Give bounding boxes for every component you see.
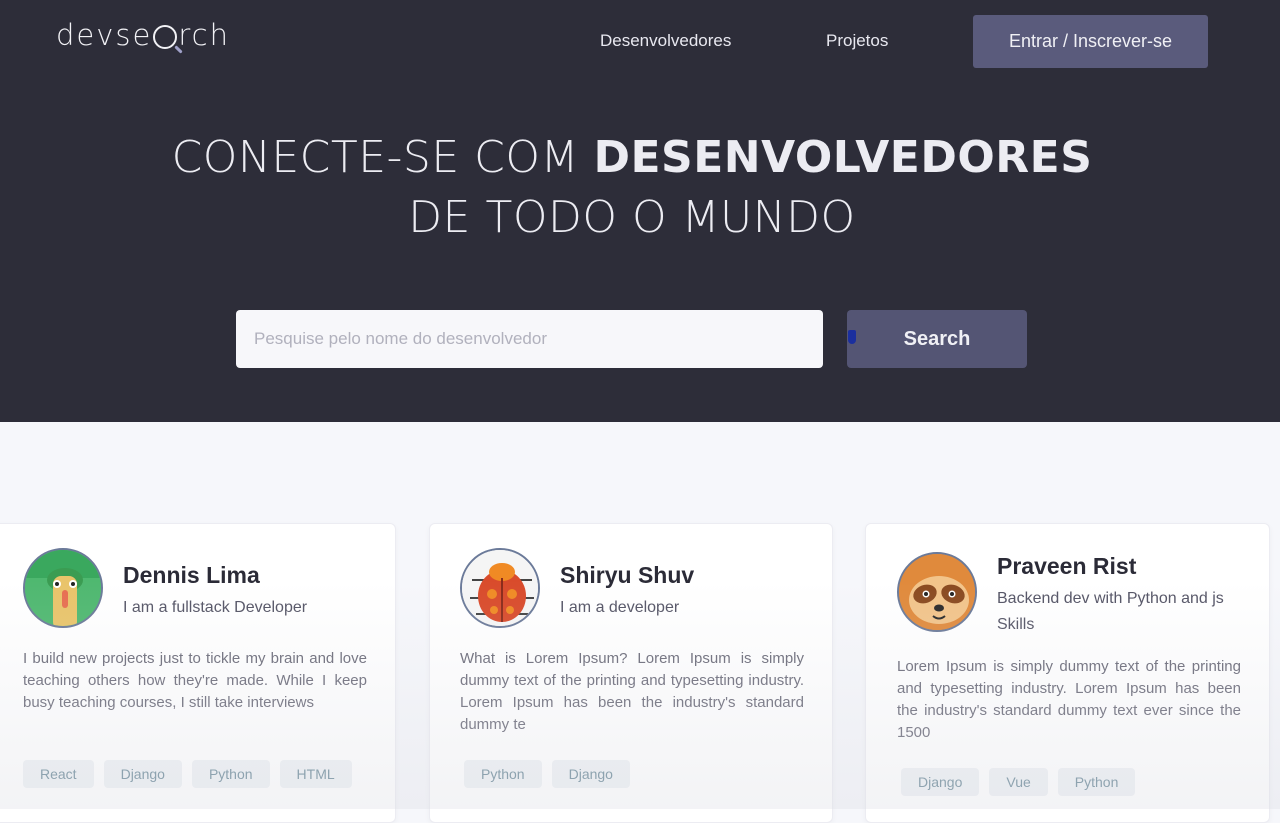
developer-tagline: Backend dev with Python and js Skills (997, 590, 1224, 633)
skill-tag: Python (1057, 768, 1136, 796)
logo-text-start: devse (56, 18, 153, 52)
developer-card[interactable]: Shiryu Shuv I am a developer What is Lor… (429, 523, 833, 823)
hero-title-bold: DESENVOLVEDORES (593, 132, 1093, 183)
skill-tag: React (23, 760, 94, 788)
skill-tags: Python Django (464, 760, 630, 788)
developer-name[interactable]: Praveen Rist (997, 553, 1136, 580)
skill-tag: Python (464, 760, 542, 788)
hero-title-line2: DE TODO O MUNDO (408, 192, 856, 243)
search-button[interactable]: Search (847, 310, 1027, 368)
skill-tags: React Django Python HTML (23, 760, 352, 788)
login-signup-button[interactable]: Entrar / Inscrever-se (973, 15, 1208, 68)
developer-card[interactable]: Praveen Rist Backend dev with Python and… (865, 523, 1270, 823)
nav-developers-link[interactable]: Desenvolvedores (600, 31, 731, 51)
developer-bio: I build new projects just to tickle my b… (23, 650, 367, 711)
skill-tag: Django (551, 760, 630, 788)
developer-card[interactable]: Dennis Lima I am a fullstack Developer I… (0, 523, 396, 823)
developer-bio: What is Lorem Ipsum? Lorem Ipsum is simp… (460, 650, 804, 733)
developer-name[interactable]: Shiryu Shuv (560, 562, 694, 589)
nav-projects-link[interactable]: Projetos (826, 31, 888, 51)
hero-title-light: CONECTE-SE COM (171, 132, 594, 183)
ostrich-avatar-icon (23, 548, 103, 628)
sloth-avatar-icon (897, 552, 977, 632)
developer-tagline: I am a fullstack Developer (123, 599, 308, 616)
developer-search-input[interactable] (236, 310, 823, 368)
skill-tag: Django (103, 760, 182, 788)
skill-tag: Vue (989, 768, 1048, 796)
skill-tag: Python (191, 760, 270, 788)
developer-tagline: I am a developer (560, 599, 680, 616)
mouse-cursor-icon (848, 330, 856, 344)
hero-title: CONECTE-SE COM DESENVOLVEDORES DE TODO O… (0, 128, 1264, 248)
skill-tags: Django Vue Python (901, 768, 1136, 796)
skill-tag: Django (901, 768, 980, 796)
magnifier-icon (153, 25, 178, 49)
logo-text-end: rch (178, 18, 230, 52)
ladybug-avatar-icon (460, 548, 540, 628)
developer-bio: Lorem Ipsum is simply dummy text of the … (897, 658, 1241, 741)
developer-name[interactable]: Dennis Lima (123, 562, 260, 589)
logo[interactable]: devse rch (56, 18, 230, 52)
skill-tag: HTML (279, 760, 352, 788)
hero-section: devse rch Desenvolvedores Projetos Entra… (0, 0, 1280, 422)
